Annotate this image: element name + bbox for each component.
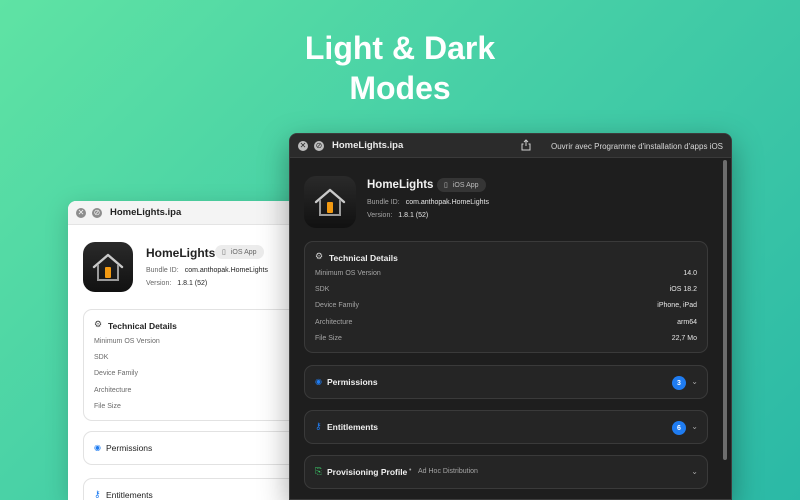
key-icon: ⚷	[94, 489, 101, 499]
version: Version: 1.8.1 (52)	[367, 212, 428, 219]
version-value: 1.8.1 (52)	[177, 280, 208, 287]
shield-icon: ◉	[315, 377, 322, 386]
bundle-label: Bundle ID:	[146, 267, 179, 274]
permissions-section[interactable]: ◉ Permissions 3 ⌄	[304, 365, 708, 399]
detail-row: Device Family iPhone, iPad	[315, 302, 697, 309]
row-value: 14.0	[683, 270, 697, 277]
row-value: iOS 18.2	[669, 286, 697, 293]
row-label: SDK	[315, 286, 330, 293]
entitlements-title: Entitlements	[106, 490, 153, 500]
row-value: iPhone, iPad	[657, 302, 697, 309]
gear-icon: ⚙	[94, 319, 103, 329]
phone-icon: ▯	[222, 249, 226, 256]
titlebar: ✕ ⊘ HomeLights.ipa Ouvrir avec Programme…	[290, 134, 731, 158]
app-type-badge: ▯ iOS App	[437, 178, 486, 192]
badge-label: iOS App	[230, 248, 257, 256]
version-label: Version:	[146, 280, 172, 287]
hero-line-2: Modes	[349, 70, 451, 106]
app-name: HomeLights	[367, 179, 434, 191]
bundle-id: Bundle ID: com.anthopak.HomeLights	[367, 199, 489, 206]
permissions-title: Permissions	[327, 377, 378, 387]
scrollbar[interactable]	[723, 160, 727, 460]
bundle-value: com.anthopak.HomeLights	[184, 267, 268, 274]
chevron-down-icon[interactable]: ⌄	[691, 377, 698, 386]
detail-row: File Size 22,7 Mo	[315, 335, 697, 342]
shield-icon: ◉	[94, 443, 101, 452]
doc-icon: ⎘	[315, 466, 323, 476]
permissions-count-badge: 3	[672, 376, 686, 390]
info-icon[interactable]: ⊘	[92, 207, 102, 218]
close-icon[interactable]: ✕	[298, 140, 308, 151]
row-label: Device Family	[94, 370, 138, 377]
chevron-down-icon[interactable]: ⌄	[691, 467, 698, 476]
house-app-icon	[304, 176, 356, 228]
window-title: HomeLights.ipa	[110, 207, 182, 218]
phone-icon: ▯	[444, 182, 448, 189]
window-title: HomeLights.ipa	[332, 140, 404, 151]
detail-row: SDK iOS 18.2	[315, 286, 697, 293]
provisioning-separator: •	[409, 467, 412, 474]
hero-line-1: Light & Dark	[304, 30, 496, 66]
row-label: SDK	[94, 354, 109, 361]
row-label: Device Family	[315, 302, 359, 309]
provisioning-title: Provisioning Profile	[327, 467, 408, 477]
row-label: Architecture	[94, 387, 132, 394]
version-value: 1.8.1 (52)	[398, 212, 429, 219]
app-name: HomeLights	[146, 246, 216, 260]
entitlements-count-badge: 6	[672, 421, 686, 435]
close-icon[interactable]: ✕	[76, 207, 86, 218]
detail-row: Architecture arm64	[315, 319, 697, 326]
provisioning-type: Ad Hoc Distribution	[418, 468, 478, 475]
entitlements-section[interactable]: ⚷ Entitlements 6 ⌄	[304, 410, 708, 444]
bundle-label: Bundle ID:	[367, 199, 400, 206]
bundle-id: Bundle ID: com.anthopak.HomeLights	[146, 267, 268, 274]
dark-window: ✕ ⊘ HomeLights.ipa Ouvrir avec Programme…	[289, 133, 732, 500]
row-label: Minimum OS Version	[94, 338, 160, 345]
row-label: Minimum OS Version	[315, 270, 381, 277]
row-value: arm64	[677, 319, 697, 326]
hero-title: Light & Dark Modes	[0, 28, 800, 108]
bundle-value: com.anthopak.HomeLights	[405, 199, 489, 206]
badge-label: iOS App	[452, 181, 479, 189]
info-icon[interactable]: ⊘	[314, 140, 324, 151]
app-type-badge: ▯ iOS App	[215, 245, 264, 259]
detail-row: Minimum OS Version 14.0	[315, 270, 697, 277]
chevron-down-icon[interactable]: ⌄	[691, 422, 698, 431]
row-label: File Size	[315, 335, 342, 342]
version-label: Version:	[367, 212, 393, 219]
row-label: File Size	[94, 403, 121, 410]
technical-details-title: Technical Details	[329, 253, 398, 263]
gear-icon: ⚙	[315, 251, 324, 261]
entitlements-title: Entitlements	[327, 422, 379, 432]
row-label: Architecture	[315, 319, 353, 326]
open-with-button[interactable]: Ouvrir avec Programme d'installation d'a…	[551, 134, 723, 158]
technical-details-card: ⚙ Technical Details Minimum OS Version 1…	[304, 241, 708, 353]
technical-details-title: Technical Details	[108, 321, 177, 331]
provisioning-profile-section[interactable]: ⎘ Provisioning Profile • Ad Hoc Distribu…	[304, 455, 708, 489]
version: Version: 1.8.1 (52)	[146, 280, 207, 287]
key-icon: ⚷	[315, 421, 322, 431]
house-app-icon	[83, 242, 133, 292]
permissions-title: Permissions	[106, 443, 153, 453]
share-icon[interactable]	[521, 139, 531, 151]
row-value: 22,7 Mo	[671, 335, 697, 342]
